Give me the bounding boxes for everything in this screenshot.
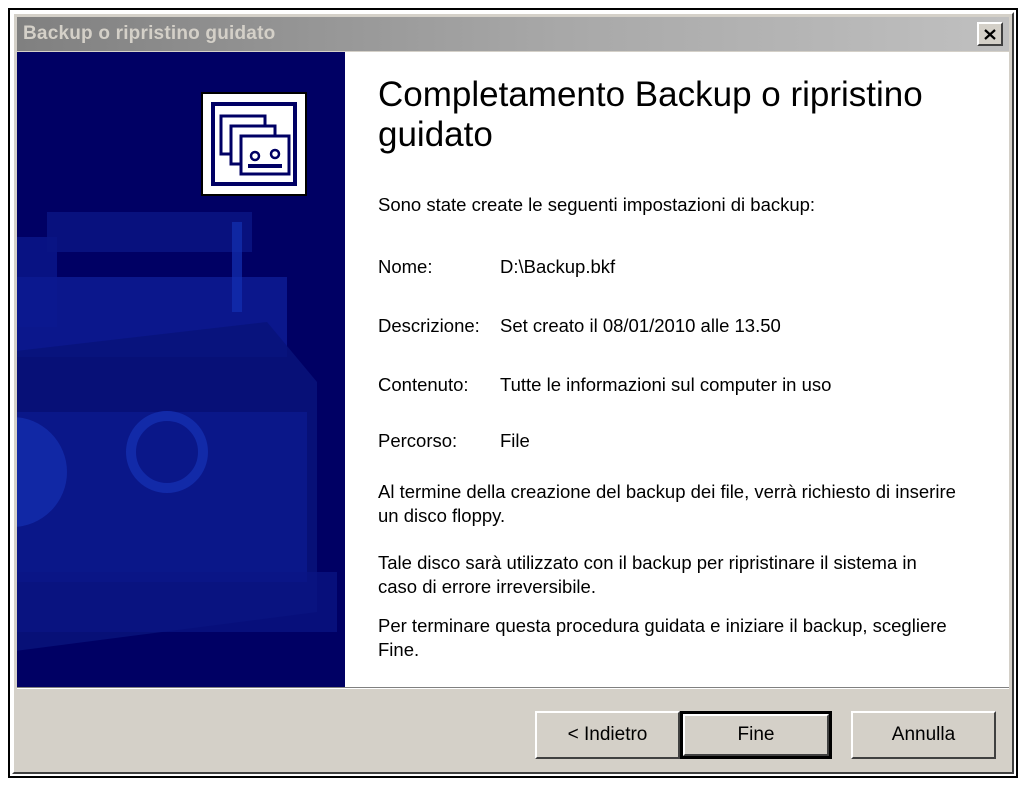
- close-icon: [984, 28, 996, 40]
- wizard-heading: Completamento Backup o ripristino guidat…: [378, 75, 923, 154]
- wizard-dialog: Backup o ripristino guidato Completament…: [12, 12, 1014, 774]
- setting-value-content: Tutte le informazioni sul computer in us…: [500, 374, 832, 395]
- finish-button-label: Fine: [737, 724, 775, 745]
- title-bar[interactable]: Backup o ripristino guidato: [17, 17, 1009, 51]
- setting-value-name: D:\Backup.bkf: [500, 256, 616, 277]
- cancel-button[interactable]: Annulla: [851, 711, 996, 759]
- setting-label-path: Percorso:: [378, 430, 458, 451]
- finish-instructions-text: Per terminare questa procedura guidata e…: [378, 615, 947, 660]
- floppy-notice-text: Al termine della creazione del backup de…: [378, 481, 956, 526]
- intro-text: Sono state create le seguenti impostazio…: [378, 194, 816, 215]
- cancel-button-label: Annulla: [891, 724, 956, 745]
- close-button[interactable]: [977, 22, 1003, 46]
- window-title: Backup o ripristino guidato: [23, 23, 276, 44]
- setting-label-name: Nome:: [378, 256, 433, 277]
- back-button-label: < Indietro: [567, 724, 648, 745]
- button-area-separator: [17, 687, 1009, 689]
- setting-value-path: File: [500, 430, 530, 451]
- setting-label-description: Descrizione:: [378, 315, 480, 336]
- backup-tapes-icon: [201, 92, 307, 196]
- disk-usage-text: Tale disco sarà utilizzato con il backup…: [378, 552, 917, 597]
- back-button[interactable]: < Indietro: [535, 711, 680, 759]
- wizard-side-panel: [17, 52, 345, 687]
- setting-value-description: Set creato il 08/01/2010 alle 13.50: [500, 315, 781, 336]
- setting-label-content: Contenuto:: [378, 374, 469, 395]
- finish-button[interactable]: Fine: [680, 711, 832, 759]
- wizard-content: Completamento Backup o ripristino guidat…: [345, 52, 1009, 687]
